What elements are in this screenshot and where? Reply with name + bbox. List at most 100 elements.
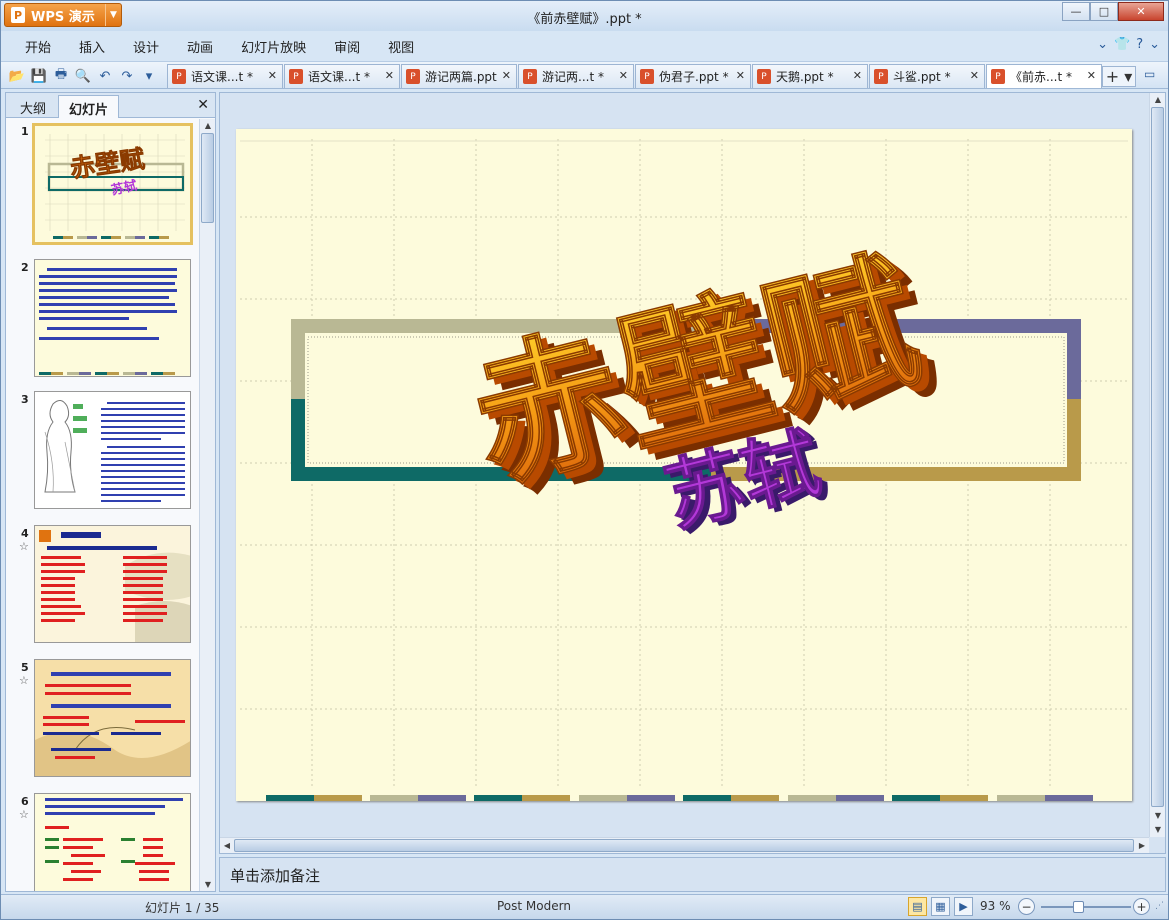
ppt-file-icon: P [523,69,537,84]
close-icon[interactable]: ✕ [970,69,979,82]
new-tab-button[interactable]: + ▾ [1102,66,1136,87]
title-bar: P WPS 演示 ▼ 《前赤壁赋》.ppt * — □ ✕ [1,1,1168,31]
zoom-level: 93 % [980,899,1011,913]
zoom-slider-knob[interactable] [1073,901,1084,913]
doc-tab[interactable]: P 游记两篇.ppt ✕ [401,64,517,88]
menu-insert[interactable]: 插入 [65,37,119,56]
slide-sorter-icon[interactable]: ▦ [931,897,950,916]
slide-thumb[interactable] [34,793,191,891]
minimize-button[interactable]: — [1062,2,1090,21]
doc-tab-label: 游记两...t * [542,70,604,84]
panel-tabs: 大纲 幻灯片 ✕ [6,93,215,118]
close-icon[interactable]: ✕ [736,69,745,82]
menu-slideshow[interactable]: 幻灯片放映 [227,37,320,56]
close-icon[interactable]: ✕ [1087,69,1096,82]
editor-horizontal-scrollbar[interactable]: ◀ ▶ [220,837,1149,853]
close-icon[interactable]: ✕ [853,69,862,82]
close-button[interactable]: ✕ [1118,2,1164,21]
slide-thumb-graphic [35,526,190,642]
chevron-down-icon[interactable]: ⌄ [1097,37,1108,52]
slide-thumb-graphic [35,392,190,508]
doc-tab-label: 语文课...t * [308,70,370,84]
zoom-slider[interactable] [1041,906,1131,908]
slides-panel: 大纲 幻灯片 ✕ 1 赤壁赋 苏轼 2 3 4 ☆ 5 ☆ 6 ☆ ▲ ▼ [5,92,216,892]
undo-icon[interactable]: ↶ [95,66,115,86]
animation-star-icon: ☆ [19,674,29,687]
editor-scroll-thumb[interactable] [1151,107,1164,807]
doc-tab-label: 斗鲨.ppt * [893,70,951,84]
menu-view[interactable]: 视图 [374,37,428,56]
close-icon[interactable]: ✕ [268,69,277,82]
menu-home[interactable]: 开始 [11,37,65,56]
resize-grip-icon[interactable]: ⋰ [1155,901,1164,911]
menu-review[interactable]: 审阅 [320,37,374,56]
close-icon[interactable]: ✕ [385,69,394,82]
redo-icon[interactable]: ↷ [117,66,137,86]
slide-canvas[interactable]: 赤壁赋 赤壁赋 赤壁赋 苏轼 苏轼 [236,129,1132,801]
customize-icon[interactable]: ▾ [139,66,159,86]
tab-slides[interactable]: 幻灯片 [58,95,120,118]
slide-thumb[interactable] [34,659,191,777]
open-icon[interactable]: 📂 [7,66,27,86]
zoom-out-button[interactable]: − [1018,898,1035,915]
menu-right-icons: ⌄ 👕 ? ⌄ [1097,37,1160,52]
editor-vertical-scrollbar[interactable]: ▲ ▼ ▼ [1149,93,1165,837]
doc-tab-active[interactable]: P 《前赤...t * ✕ [986,64,1102,88]
ppt-file-icon: P [289,69,303,84]
slide-thumb-graphic: 赤壁赋 苏轼 [35,126,190,242]
scroll-down-icon[interactable]: ▼ [1151,823,1165,836]
slide-thumb[interactable] [34,525,191,643]
ppt-file-icon: P [991,69,1005,84]
scroll-left-icon[interactable]: ◀ [220,839,234,852]
doc-tab[interactable]: P 语文课...t * ✕ [284,64,400,88]
doc-tab[interactable]: P 斗鲨.ppt * ✕ [869,64,985,88]
slideshow-icon[interactable]: ▶ [954,897,973,916]
panel-scrollbar[interactable]: ▲ ▼ [199,119,215,891]
scroll-down-icon[interactable]: ▼ [201,878,215,891]
slide-thumb[interactable] [34,391,191,509]
menu-animation[interactable]: 动画 [173,37,227,56]
doc-tab[interactable]: P 天鹅.ppt * ✕ [752,64,868,88]
panel-scroll-thumb[interactable] [201,133,214,223]
doc-tab[interactable]: P 语文课...t * ✕ [167,64,283,88]
slide-number: 4 [21,527,29,540]
doc-tab[interactable]: P 伪君子.ppt * ✕ [635,64,751,88]
scroll-up-icon[interactable]: ▲ [201,119,215,132]
help-icon[interactable]: ? [1136,37,1143,52]
chevron-down-icon[interactable]: ⌄ [1149,37,1160,52]
ppt-file-icon: P [874,69,888,84]
document-tab-row: 📂 💾 🖶 🔍 ↶ ↷ ▾ P 语文课...t * ✕ P 语文课...t * ✕ P游… [1,61,1168,89]
wps-window: P WPS 演示 ▼ 《前赤壁赋》.ppt * — □ ✕ 开始 插入 设计 动… [0,0,1169,920]
print-preview-icon[interactable]: 🔍 [73,66,93,86]
slide-number: 2 [21,261,29,274]
tile-windows-icon[interactable]: ▭ [1144,67,1162,85]
close-icon[interactable]: ✕ [619,69,628,82]
slide-thumbnails: 1 赤壁赋 苏轼 2 3 4 ☆ 5 ☆ 6 ☆ [6,119,199,891]
save-icon[interactable]: 💾 [29,66,49,86]
slide-thumb[interactable] [34,259,191,377]
doc-tab-label: 《前赤...t * [1010,70,1072,84]
slide-thumb[interactable]: 赤壁赋 苏轼 [32,123,193,245]
notes-pane[interactable]: 单击添加备注 [219,857,1166,892]
doc-tab[interactable]: P 游记两...t * ✕ [518,64,634,88]
close-icon[interactable]: ✕ [197,97,209,113]
maximize-button[interactable]: □ [1090,2,1118,21]
window-controls: — □ ✕ [1062,2,1164,21]
skin-icon[interactable]: 👕 [1114,37,1130,52]
scroll-right-icon[interactable]: ▶ [1135,839,1149,852]
ppt-file-icon: P [406,69,420,84]
normal-view-icon[interactable]: ▤ [908,897,927,916]
document-title: 《前赤壁赋》.ppt * [527,12,642,27]
doc-tab-label: 语文课...t * [191,70,253,84]
status-bar: 幻灯片 1 / 35 Post Modern ▤ ▦ ▶ 93 % − + ⋰ [1,894,1168,919]
scroll-down-icon[interactable]: ▼ [1151,809,1165,822]
print-icon[interactable]: 🖶 [51,66,71,86]
zoom-in-button[interactable]: + [1133,898,1150,915]
close-icon[interactable]: ✕ [502,69,511,82]
slide-number: 1 [21,125,29,138]
editor-hscroll-thumb[interactable] [234,839,1134,852]
menu-design[interactable]: 设计 [119,37,173,56]
slide-thumb-graphic [35,260,190,376]
tab-outline[interactable]: 大纲 [10,95,56,118]
scroll-up-icon[interactable]: ▲ [1151,93,1165,106]
